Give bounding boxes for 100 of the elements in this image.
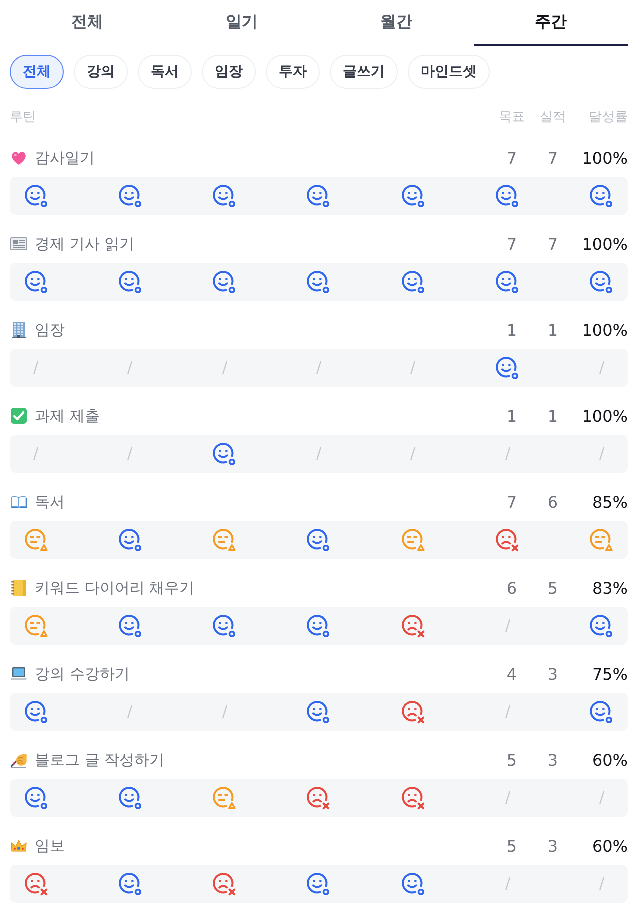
sad-face-icon (402, 614, 425, 638)
heart-icon (10, 149, 28, 167)
slash-icon (316, 447, 322, 461)
routine-name: 임보 (35, 836, 65, 856)
goal-count: 4 (506, 664, 518, 684)
routine-name: 블로그 글 작성하기 (35, 750, 165, 770)
smile-face-icon (590, 614, 614, 638)
smile-face-icon (118, 614, 142, 638)
sad-face-icon (496, 528, 520, 552)
slash-icon (598, 447, 605, 461)
slash-icon (504, 619, 511, 633)
building-icon (10, 321, 28, 339)
actual-count: 1 (548, 406, 558, 426)
slash-icon (316, 361, 322, 375)
achievement-rate: 100% (582, 320, 628, 340)
smile-face-icon (496, 356, 520, 380)
category-chip[interactable]: 투자 (266, 55, 320, 89)
slash-icon (410, 447, 416, 461)
smile-face-icon (24, 270, 48, 294)
laptop-icon (10, 665, 28, 683)
neutral-face-icon (402, 528, 425, 552)
column-header: 목표 (499, 109, 525, 126)
smile-face-icon (24, 184, 48, 208)
smile-face-icon (307, 872, 330, 896)
smile-face-icon (402, 184, 425, 208)
view-tab[interactable]: 일기 (164, 0, 319, 46)
smile-face-icon (307, 270, 330, 294)
goal-count: 1 (506, 320, 518, 340)
view-tab[interactable]: 월간 (319, 0, 474, 46)
newspaper-icon (10, 235, 28, 253)
routine-name: 키워드 다이어리 채우기 (35, 578, 195, 598)
smile-face-icon (590, 700, 614, 724)
achievement-rate: 100% (582, 234, 628, 254)
routine-name: 독서 (35, 492, 65, 512)
actual-count: 3 (548, 664, 558, 684)
smile-face-icon (402, 872, 425, 896)
actual-count: 7 (548, 234, 558, 254)
smile-face-icon (118, 528, 142, 552)
column-header: 루틴 (10, 109, 36, 126)
actual-count: 3 (548, 750, 558, 770)
smile-face-icon (213, 184, 236, 208)
goal-count: 5 (506, 836, 518, 856)
smile-face-icon (307, 528, 330, 552)
achievement-rate: 83% (592, 578, 628, 598)
smile-face-icon (496, 270, 520, 294)
slash-icon (598, 877, 605, 891)
smile-face-icon (213, 442, 236, 466)
achievement-rate: 100% (582, 406, 628, 426)
category-chip[interactable]: 전체 (10, 55, 64, 89)
routine-name: 임장 (35, 320, 65, 340)
slash-icon (33, 361, 39, 375)
smile-face-icon (496, 184, 520, 208)
slash-icon (504, 791, 511, 805)
smile-face-icon (24, 786, 48, 810)
category-chip[interactable]: 글쓰기 (330, 55, 398, 89)
smile-face-icon (118, 184, 142, 208)
slash-icon (222, 361, 228, 375)
slash-icon (504, 447, 511, 461)
smile-face-icon (118, 786, 142, 810)
view-tab[interactable]: 전체 (10, 0, 164, 46)
smile-face-icon (590, 270, 614, 294)
actual-count: 3 (548, 836, 558, 856)
category-chip[interactable]: 독서 (138, 55, 192, 89)
neutral-face-icon (24, 614, 48, 638)
actual-count: 7 (548, 148, 558, 168)
actual-count: 6 (548, 492, 558, 512)
neutral-face-icon (213, 528, 236, 552)
sad-face-icon (24, 872, 48, 896)
category-chip[interactable]: 마인드셋 (408, 55, 490, 89)
achievement-rate: 60% (592, 750, 628, 770)
achievement-rate: 85% (592, 492, 628, 512)
achievement-rate: 60% (592, 836, 628, 856)
sad-face-icon (402, 786, 425, 810)
slash-icon (504, 877, 511, 891)
smile-face-icon (307, 184, 330, 208)
goal-count: 1 (506, 406, 518, 426)
actual-count: 5 (548, 578, 558, 598)
view-tab[interactable]: 주간 (474, 0, 628, 46)
achievement-rate: 75% (592, 664, 628, 684)
sad-face-icon (307, 786, 330, 810)
category-chip[interactable]: 임장 (202, 55, 256, 89)
smile-face-icon (118, 872, 142, 896)
goal-count: 6 (506, 578, 518, 598)
smile-face-icon (24, 700, 48, 724)
neutral-face-icon (590, 528, 614, 552)
smile-face-icon (590, 184, 614, 208)
notebook-icon (10, 579, 28, 597)
smile-face-icon (213, 614, 236, 638)
actual-count: 1 (548, 320, 558, 340)
goal-count: 7 (506, 234, 518, 254)
smile-face-icon (213, 270, 236, 294)
column-header: 실적 (540, 109, 566, 126)
neutral-face-icon (213, 786, 236, 810)
neutral-face-icon (24, 528, 48, 552)
routine-name: 강의 수강하기 (35, 664, 130, 684)
writing-hand-icon (10, 751, 28, 769)
smile-face-icon (307, 614, 330, 638)
slash-icon (33, 447, 39, 461)
category-chip[interactable]: 강의 (74, 55, 128, 89)
check-icon (10, 407, 28, 425)
